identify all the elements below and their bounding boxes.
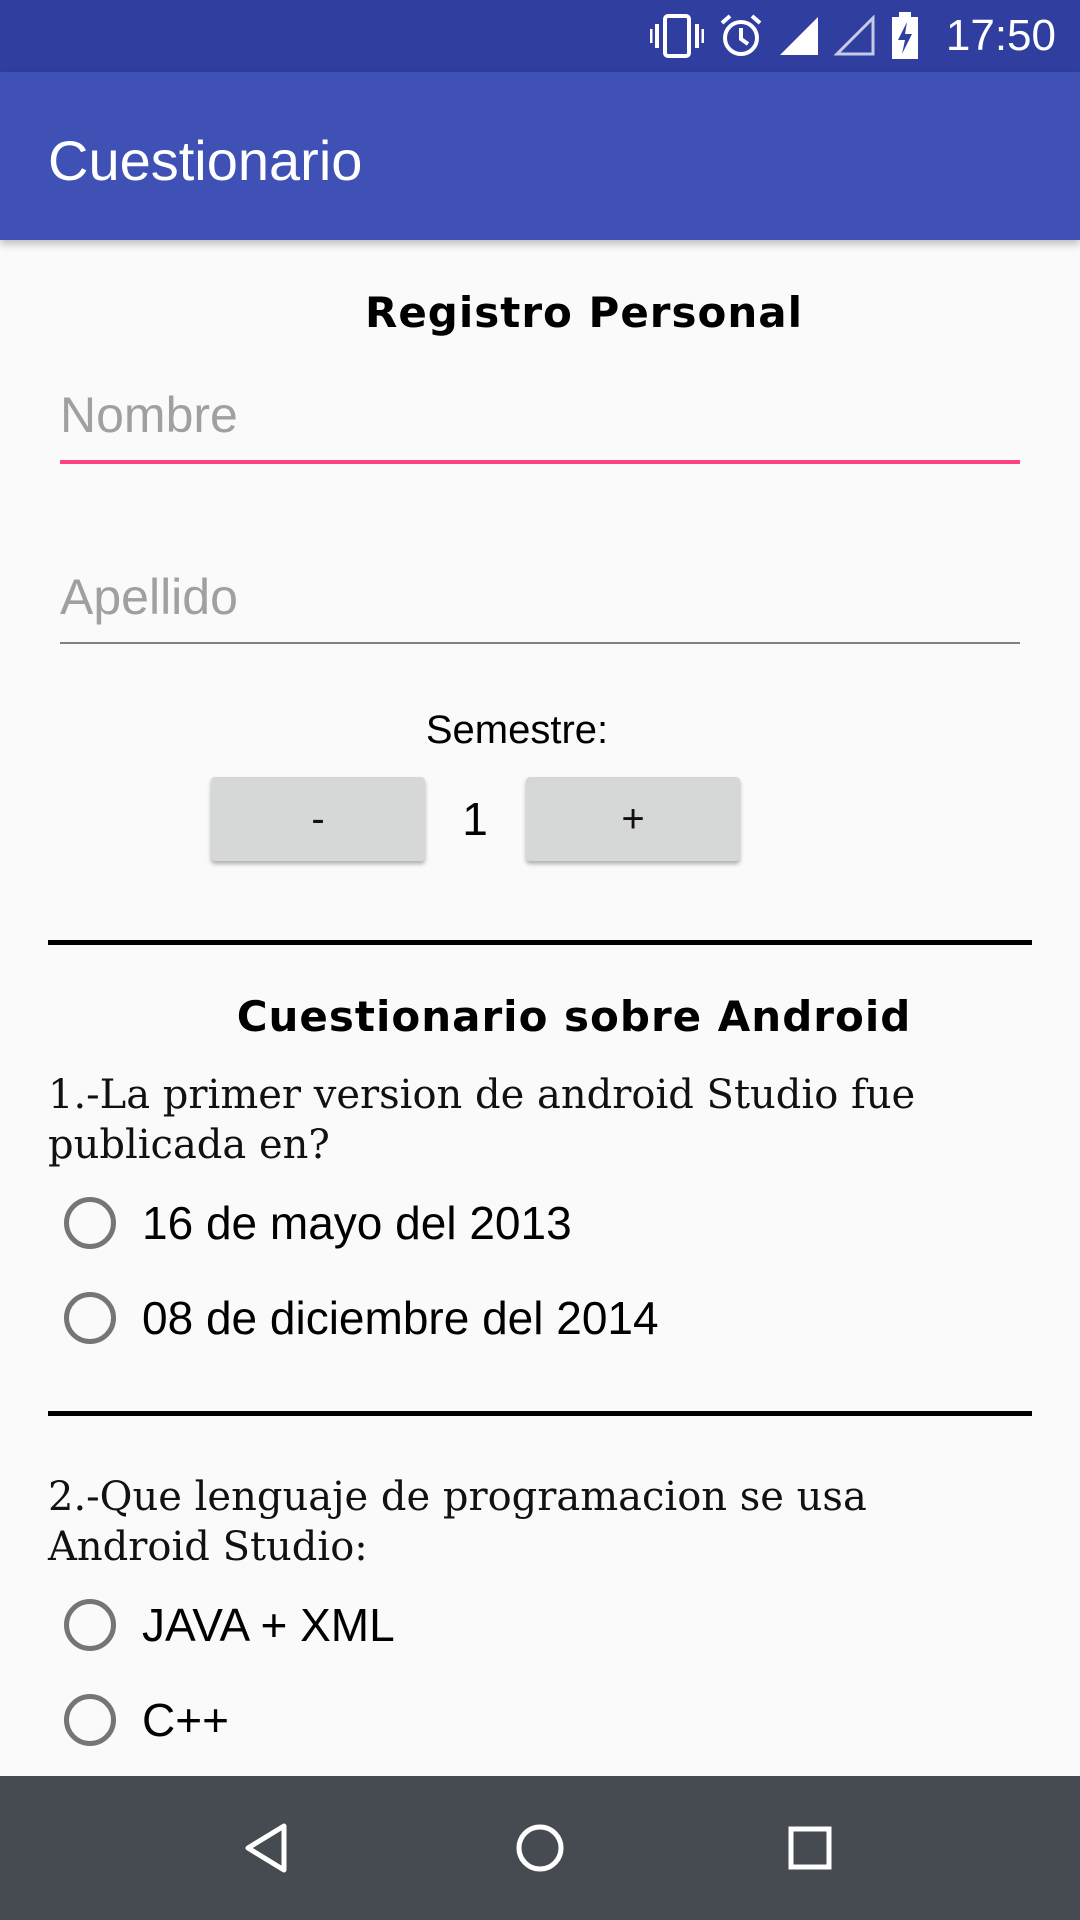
radio-button-icon[interactable] xyxy=(64,1599,116,1651)
decrement-button[interactable]: - xyxy=(211,777,425,861)
question-2-option-1[interactable]: JAVA + XML xyxy=(64,1590,395,1660)
recent-apps-icon[interactable] xyxy=(778,1816,842,1880)
apellido-input[interactable] xyxy=(60,552,1020,644)
signal-icon xyxy=(779,17,818,55)
app-bar: Cuestionario xyxy=(0,72,1080,240)
navigation-bar xyxy=(0,1776,1080,1920)
radio-button-icon[interactable] xyxy=(64,1292,116,1344)
app-title: Cuestionario xyxy=(48,129,363,192)
question-1-option-2[interactable]: 08 de diciembre del 2014 xyxy=(64,1283,659,1353)
signal-empty-icon xyxy=(833,15,875,56)
status-icons: 17:50 xyxy=(636,0,1056,72)
divider xyxy=(48,940,1032,945)
back-icon[interactable] xyxy=(238,1816,302,1880)
increment-button[interactable]: + xyxy=(526,777,740,861)
alarm-icon xyxy=(720,14,762,56)
home-icon[interactable] xyxy=(508,1816,572,1880)
semestre-value: 1 xyxy=(462,793,488,845)
vibrate-icon xyxy=(649,14,704,58)
option-label: 16 de mayo del 2013 xyxy=(142,1197,572,1249)
question-2-text: 2.-Que lenguaje de programacion se usa A… xyxy=(48,1474,867,1570)
main-content[interactable]: Registro Personal Semestre: - 1 + Cuesti… xyxy=(0,240,1080,1776)
question-1-text: 1.-La primer version de android Studio f… xyxy=(48,1072,916,1168)
quiz-heading: Cuestionario sobre Android xyxy=(236,992,912,1041)
semestre-label: Semestre: xyxy=(425,708,609,752)
option-label: 08 de diciembre del 2014 xyxy=(142,1292,659,1344)
radio-button-icon[interactable] xyxy=(64,1694,116,1746)
divider xyxy=(48,1411,1032,1416)
question-2-option-2[interactable]: C++ xyxy=(64,1685,229,1755)
registro-heading: Registro Personal xyxy=(364,288,804,337)
status-time: 17:50 xyxy=(945,11,1056,60)
question-1-option-1[interactable]: 16 de mayo del 2013 xyxy=(64,1188,572,1258)
battery-charging-icon xyxy=(891,12,918,59)
option-label: C++ xyxy=(142,1694,229,1746)
option-label: JAVA + XML xyxy=(142,1599,395,1651)
status-bar: 17:50 xyxy=(0,0,1080,72)
nombre-input[interactable] xyxy=(60,370,1020,464)
radio-button-icon[interactable] xyxy=(64,1197,116,1249)
